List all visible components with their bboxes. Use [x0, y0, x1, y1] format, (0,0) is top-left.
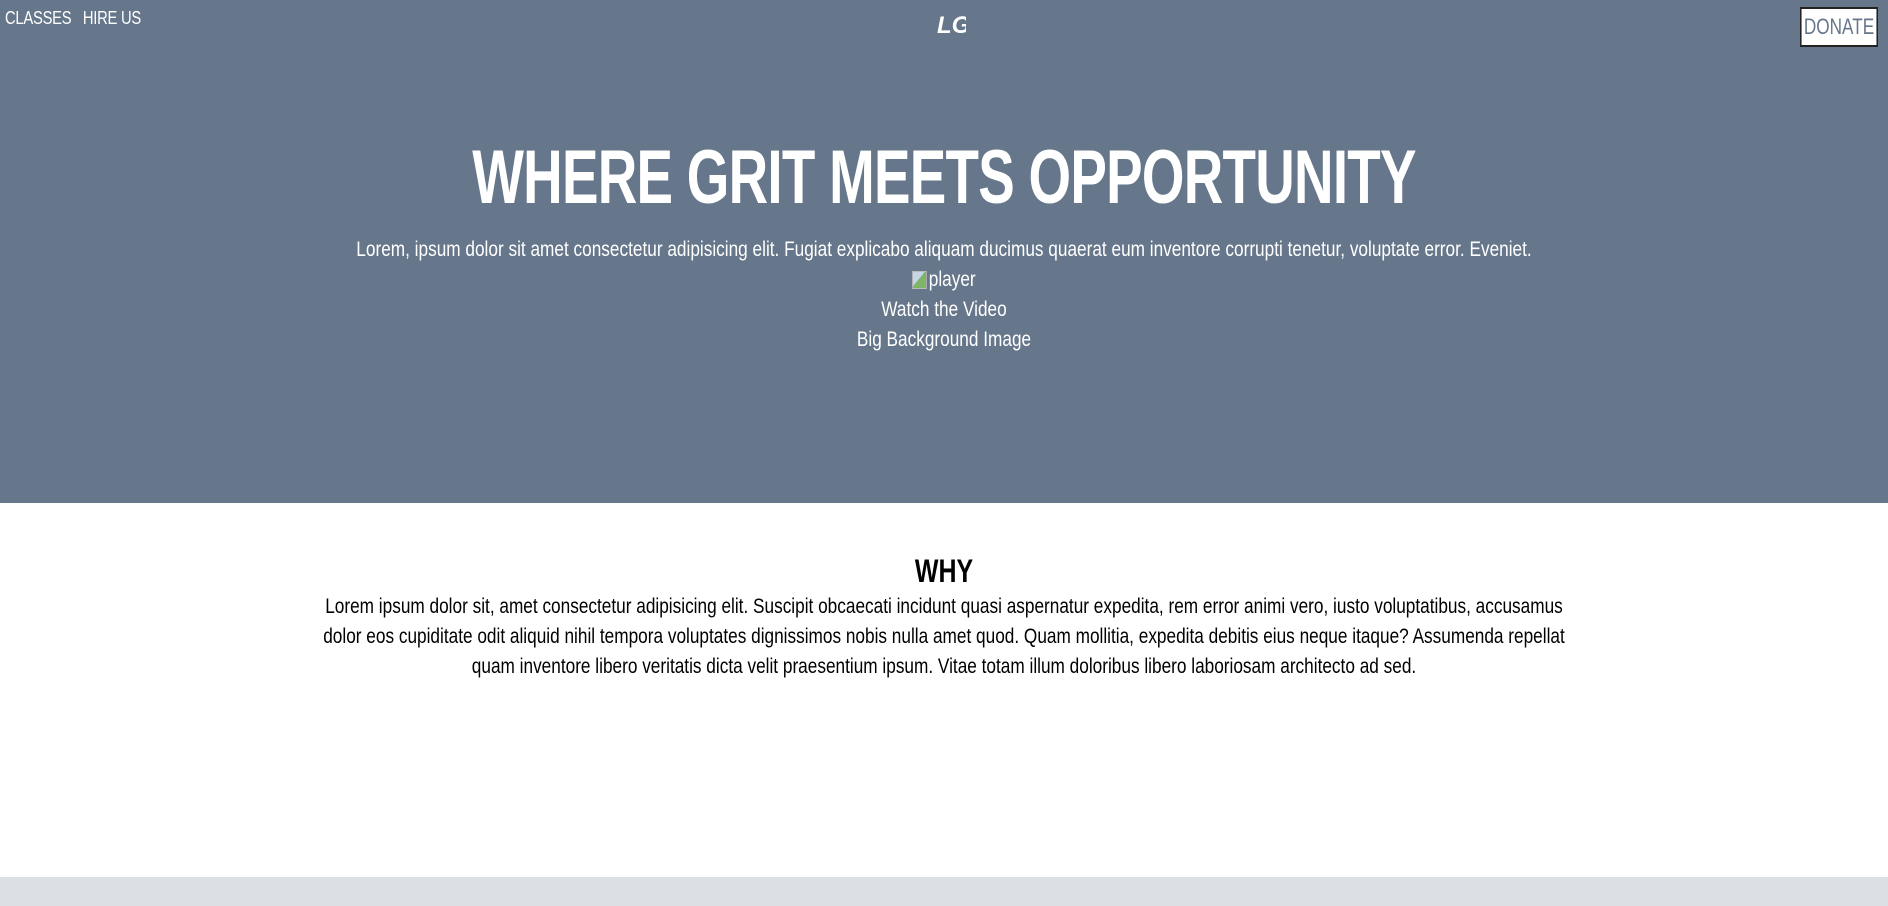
watch-video-link[interactable]: Watch the Video — [170, 296, 1718, 324]
why-text: Lorem ipsum dolor sit, amet consectetur … — [323, 595, 1565, 678]
top-nav: CLASSES HIRE US — [5, 8, 141, 29]
broken-image-icon — [912, 271, 928, 289]
hero-section: CLASSES HIRE US LG DONATE WHERE GRIT MEE… — [0, 0, 1888, 503]
footer-strip — [0, 877, 1888, 906]
player-image[interactable]: player — [170, 266, 1718, 294]
why-section: WHY Lorem ipsum dolor sit, amet consecte… — [0, 503, 1888, 877]
why-title: WHY — [914, 553, 974, 589]
background-image-label: Big Background Image — [856, 328, 1032, 351]
hero-subtitle: Lorem, ipsum dolor sit amet consectetur … — [356, 238, 1532, 261]
svg-text:LG: LG — [937, 12, 966, 39]
nav-link-classes[interactable]: CLASSES — [5, 8, 72, 29]
why-text-wrap: Lorem ipsum dolor sit, amet consectetur … — [0, 592, 1888, 682]
player-alt-text: player — [928, 268, 976, 291]
hero-title: WHERE GRIT MEETS OPPORTUNITY — [472, 135, 1416, 220]
donate-button[interactable]: DONATE — [1799, 7, 1878, 47]
nav-link-hire-us[interactable]: HIRE US — [83, 8, 141, 29]
lg-logo-icon[interactable]: LG — [936, 8, 966, 40]
